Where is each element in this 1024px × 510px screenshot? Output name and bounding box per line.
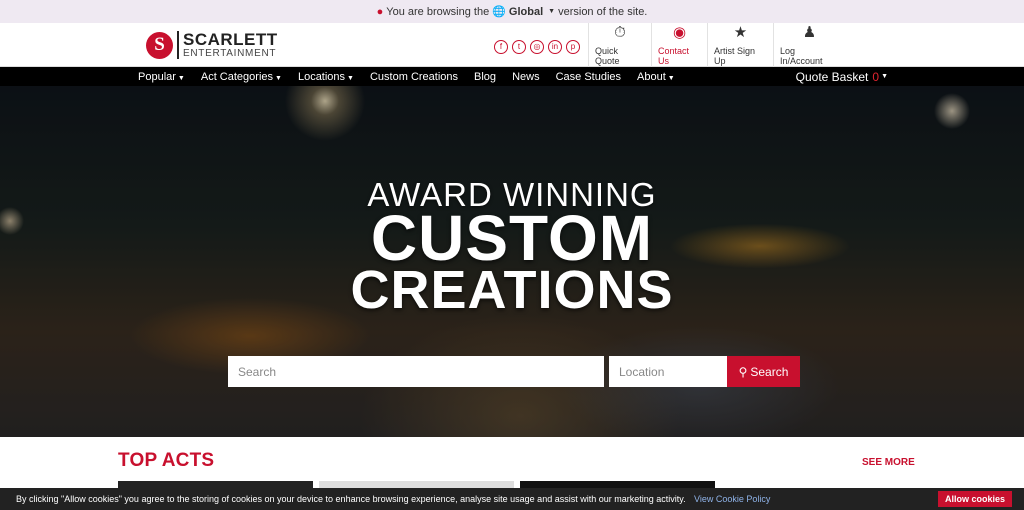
pinterest-icon[interactable]: p (566, 40, 580, 54)
nav-act-categories[interactable]: Act Categories ▼ (193, 71, 290, 83)
linkedin-icon[interactable]: in (548, 40, 562, 54)
chevron-down-icon[interactable]: ▼ (548, 8, 555, 15)
site-logo[interactable]: S SCARLETT ENTERTAINMENT (146, 29, 278, 61)
quick-quote-label: Quick Quote (595, 45, 620, 66)
cookie-banner: By clicking "Allow cookies" you agree to… (0, 488, 1024, 510)
quote-basket[interactable]: Quote Basket 0 ▼ (796, 67, 888, 86)
nav-locations[interactable]: Locations ▼ (290, 71, 362, 83)
nav-popular[interactable]: Popular ▼ (130, 71, 193, 83)
search-button[interactable]: ⚲ Search (727, 356, 800, 387)
login-link[interactable]: ♟ Log In/Account (773, 23, 845, 67)
logo-mark: S (146, 31, 173, 59)
map-pin-icon: ● (376, 5, 384, 18)
nav-act-categories-label: Act Categories (200, 70, 274, 83)
facebook-icon[interactable]: f (494, 40, 508, 54)
nav-case-studies[interactable]: Case Studies (548, 71, 629, 83)
region-selector[interactable]: Global (509, 6, 543, 18)
top-acts-heading: TOP ACTS (118, 450, 215, 471)
instagram-icon[interactable]: ◎ (530, 40, 544, 54)
location-input[interactable] (609, 356, 727, 387)
nav-locations-label: Locations (297, 70, 346, 83)
search-icon: ⚲ (738, 364, 748, 379)
globe-icon: 🌐 (492, 6, 506, 18)
login-label: Log In/Account (780, 45, 823, 66)
hero-banner: AWARD WINNING CUSTOM CREATIONS ⚲ Search (0, 86, 1024, 437)
logo-sub: ENTERTAINMENT (183, 48, 277, 59)
chevron-down-icon: ▼ (275, 74, 282, 82)
social-links: f t ◎ in p (494, 40, 580, 54)
quote-basket-label: Quote Basket (795, 69, 869, 84)
artist-signup-link[interactable]: ★ Artist Sign Up (707, 23, 773, 67)
star-plus-icon: ★ (733, 23, 748, 41)
artist-signup-label: Artist Sign Up (714, 45, 756, 66)
cookie-policy-link[interactable]: View Cookie Policy (694, 494, 770, 504)
logo-name: SCARLETT (183, 30, 278, 49)
nav-about-label: About (637, 70, 666, 83)
search-button-label: Search (750, 364, 789, 379)
chevron-down-icon: ▼ (177, 74, 185, 82)
chevron-down-icon: ▼ (347, 74, 354, 82)
region-suffix: version of the site. (558, 5, 648, 18)
nav-about[interactable]: About ▼ (629, 71, 683, 83)
user-icon: ♟ (802, 23, 817, 41)
main-nav: Popular ▼ Act Categories ▼ Locations ▼ Cust… (0, 67, 1024, 86)
region-prefix: You are browsing the (386, 5, 490, 18)
nav-news[interactable]: News (504, 71, 548, 83)
twitter-icon[interactable]: t (512, 40, 526, 54)
chevron-down-icon: ▼ (667, 74, 675, 82)
see-more-link[interactable]: SEE MORE (862, 457, 915, 468)
hero-title-line2: CREATIONS (350, 260, 674, 320)
quick-quote-link[interactable]: ⏱ Quick Quote (588, 23, 651, 67)
logo-divider (177, 31, 179, 59)
nav-popular-label: Popular (138, 70, 176, 83)
region-bar: ● You are browsing the 🌐 Global ▼ versio… (0, 0, 1024, 23)
cookie-text: By clicking "Allow cookies" you agree to… (16, 494, 686, 504)
quote-icon: ⏱ (614, 23, 626, 41)
allow-cookies-button[interactable]: Allow cookies (938, 491, 1013, 507)
site-header: S SCARLETT ENTERTAINMENT f t ◎ in p ⏱ Qu… (0, 23, 1024, 67)
quote-basket-count: 0 (872, 69, 880, 84)
nav-blog[interactable]: Blog (466, 71, 504, 83)
contact-us-label: Contact Us (658, 45, 690, 66)
chevron-down-icon: ▼ (881, 73, 888, 80)
contact-us-link[interactable]: ◉ Contact Us (651, 23, 707, 67)
nav-custom-creations[interactable]: Custom Creations (362, 71, 466, 83)
chat-icon: ◉ (672, 23, 687, 41)
search-input[interactable] (228, 356, 604, 387)
